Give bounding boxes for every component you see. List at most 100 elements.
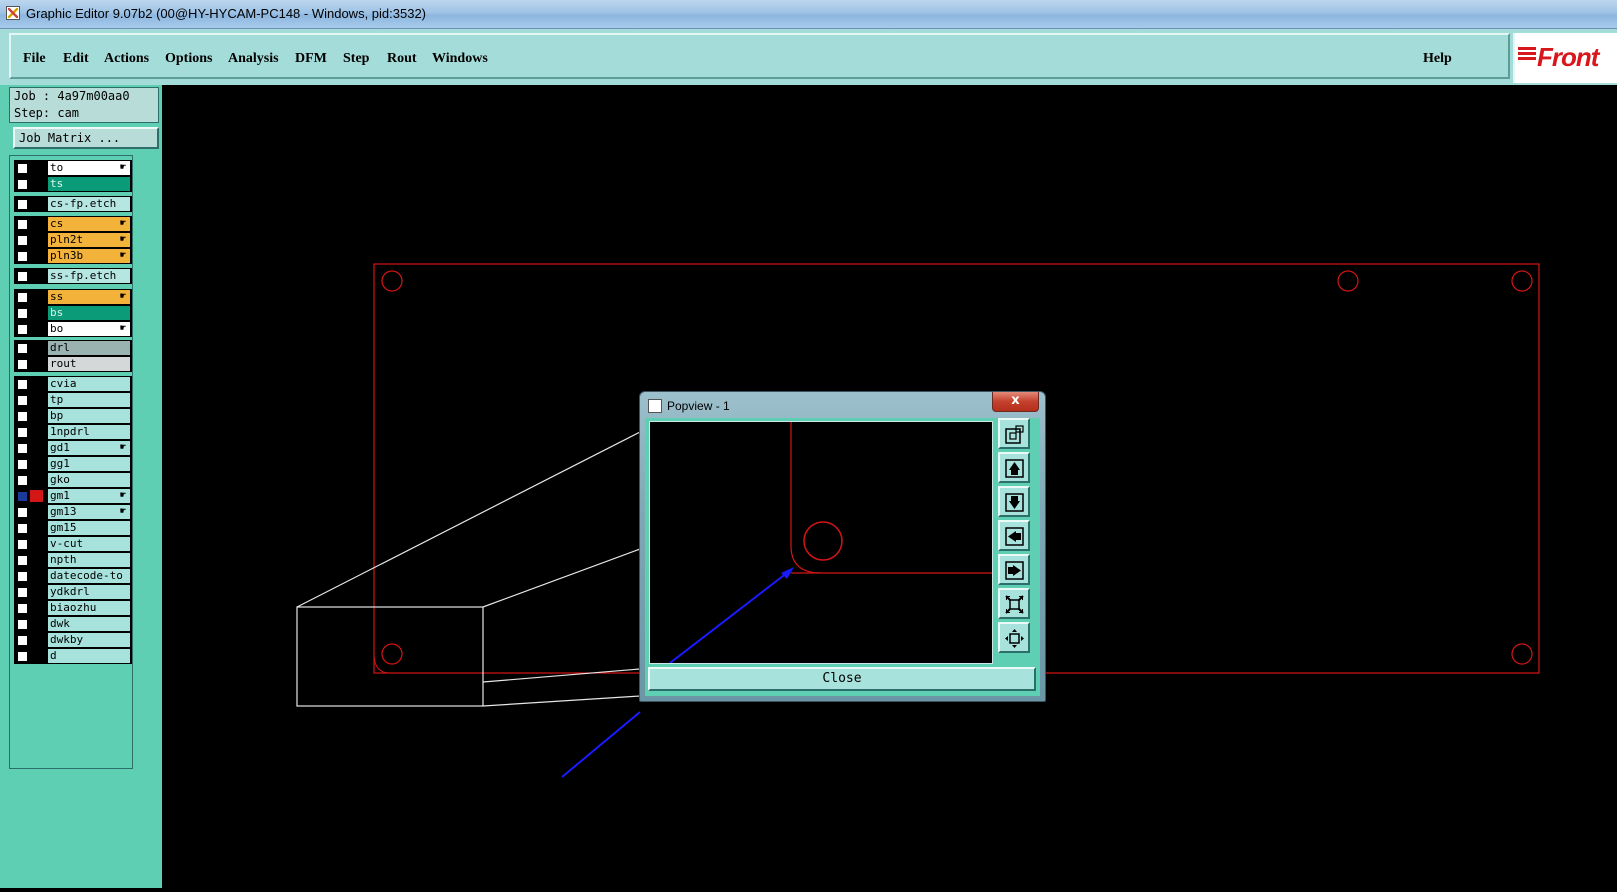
layer-row[interactable]: gko [14, 472, 132, 488]
menu-windows[interactable]: Windows [432, 51, 488, 67]
layer-row[interactable]: dwk [14, 616, 132, 632]
layer-name[interactable]: bo ☛ [48, 322, 130, 336]
layer-row[interactable]: bo ☛ [14, 321, 132, 337]
menu-dfm[interactable]: DFM [295, 51, 327, 67]
menu-analysis[interactable]: Analysis [228, 51, 279, 67]
layer-name[interactable]: cs ☛ [48, 217, 130, 231]
layer-checkbox[interactable] [16, 394, 29, 407]
layer-list-scrollbar[interactable] [133, 155, 162, 769]
layer-name[interactable]: datecode-to [48, 569, 130, 583]
layer-name[interactable]: tp [48, 393, 130, 407]
layer-name[interactable]: gg1 [48, 457, 130, 471]
layer-name[interactable]: pln2t ☛ [48, 233, 130, 247]
menu-actions[interactable]: Actions [104, 51, 149, 67]
layer-row[interactable]: ts [14, 176, 132, 192]
layer-checkbox[interactable] [16, 442, 29, 455]
layer-row[interactable]: ss ☛ [14, 289, 132, 305]
layer-checkbox[interactable] [16, 474, 29, 487]
layer-name[interactable]: rout [48, 357, 130, 371]
layer-checkbox[interactable] [16, 506, 29, 519]
menu-rout[interactable]: Rout [387, 51, 417, 67]
menu-help[interactable]: Help [1423, 51, 1452, 67]
layer-checkbox[interactable] [16, 307, 29, 320]
zoom-home-button[interactable] [998, 418, 1030, 449]
layer-name[interactable]: ts [48, 177, 130, 191]
layer-row[interactable]: cs-fp.etch [14, 196, 132, 212]
layer-name[interactable]: bp [48, 409, 130, 423]
layer-row[interactable]: d [14, 648, 132, 664]
layer-checkbox[interactable] [16, 291, 29, 304]
pan-up-button[interactable] [998, 452, 1030, 483]
menu-step[interactable]: Step [343, 51, 369, 67]
layer-checkbox[interactable] [16, 602, 29, 615]
layer-checkbox[interactable] [16, 634, 29, 647]
popview-window[interactable]: Popview - 1 x Close [639, 391, 1046, 702]
layer-name[interactable]: ss-fp.etch [48, 269, 130, 283]
layer-checkbox[interactable] [16, 378, 29, 391]
layer-row[interactable]: npth [14, 552, 132, 568]
layer-row[interactable]: biaozhu [14, 600, 132, 616]
layer-row[interactable]: cs ☛ [14, 216, 132, 232]
layer-name[interactable]: gm1 ☛ [48, 489, 130, 503]
layer-row[interactable]: tp [14, 392, 132, 408]
layer-checkbox[interactable] [16, 570, 29, 583]
layer-name[interactable]: cvia [48, 377, 130, 391]
popview-canvas[interactable] [649, 421, 993, 664]
layer-row[interactable]: pln3b ☛ [14, 248, 132, 264]
zoom-out-button[interactable] [998, 622, 1030, 653]
layer-row[interactable]: cvia [14, 376, 132, 392]
layer-row[interactable]: gd1 ☛ [14, 440, 132, 456]
pan-right-button[interactable] [998, 554, 1030, 585]
layer-row[interactable]: to ☛ [14, 160, 132, 176]
layer-checkbox[interactable] [16, 650, 29, 663]
layer-checkbox[interactable] [16, 426, 29, 439]
layer-checkbox[interactable] [16, 618, 29, 631]
layer-name[interactable]: gd1 ☛ [48, 441, 130, 455]
layer-row[interactable]: pln2t ☛ [14, 232, 132, 248]
layer-name[interactable]: ydkdrl [48, 585, 130, 599]
layer-checkbox[interactable] [16, 218, 29, 231]
pan-down-button[interactable] [998, 486, 1030, 517]
layer-row[interactable]: bp [14, 408, 132, 424]
layer-checkbox[interactable] [16, 410, 29, 423]
layer-checkbox[interactable] [16, 522, 29, 535]
layer-name[interactable]: v-cut [48, 537, 130, 551]
layer-name[interactable]: drl [48, 341, 130, 355]
layer-checkbox[interactable] [16, 323, 29, 336]
layer-name[interactable]: biaozhu [48, 601, 130, 615]
window-title-bar[interactable]: Graphic Editor 9.07b2 (00@HY-HYCAM-PC148… [0, 0, 1617, 29]
layer-checkbox[interactable] [16, 458, 29, 471]
layer-checkbox[interactable] [16, 162, 29, 175]
layer-row[interactable]: bs [14, 305, 132, 321]
menu-options[interactable]: Options [165, 51, 212, 67]
layer-checkbox[interactable] [16, 586, 29, 599]
layer-row[interactable]: rout [14, 356, 132, 372]
popview-close-button[interactable]: Close [648, 667, 1036, 691]
layer-name[interactable]: to ☛ [48, 161, 130, 175]
layer-checkbox[interactable] [16, 250, 29, 263]
layer-name[interactable]: ss ☛ [48, 290, 130, 304]
layer-name[interactable]: gm13 ☛ [48, 505, 130, 519]
layer-name[interactable]: 1npdrl [48, 425, 130, 439]
layer-row[interactable]: gm13 ☛ [14, 504, 132, 520]
layer-row[interactable]: dwkby [14, 632, 132, 648]
layer-checkbox[interactable] [16, 554, 29, 567]
layer-row[interactable]: ydkdrl [14, 584, 132, 600]
layer-name[interactable]: d [48, 649, 130, 663]
layer-checkbox[interactable] [16, 358, 29, 371]
layer-row[interactable]: ss-fp.etch [14, 268, 132, 284]
menu-edit[interactable]: Edit [63, 51, 89, 67]
job-matrix-button[interactable]: Job Matrix ... [13, 127, 159, 149]
popview-close-x-button[interactable]: x [992, 392, 1039, 412]
layer-name[interactable]: cs-fp.etch [48, 197, 130, 211]
layer-name[interactable]: dwk [48, 617, 130, 631]
layer-name[interactable]: dwkby [48, 633, 130, 647]
layer-name[interactable]: gm15 [48, 521, 130, 535]
layer-name[interactable]: npth [48, 553, 130, 567]
layer-row[interactable]: gg1 [14, 456, 132, 472]
pan-left-button[interactable] [998, 520, 1030, 551]
layer-name[interactable]: gko [48, 473, 130, 487]
layer-checkbox[interactable] [16, 538, 29, 551]
layer-checkbox[interactable] [16, 342, 29, 355]
layer-checkbox[interactable] [16, 198, 29, 211]
